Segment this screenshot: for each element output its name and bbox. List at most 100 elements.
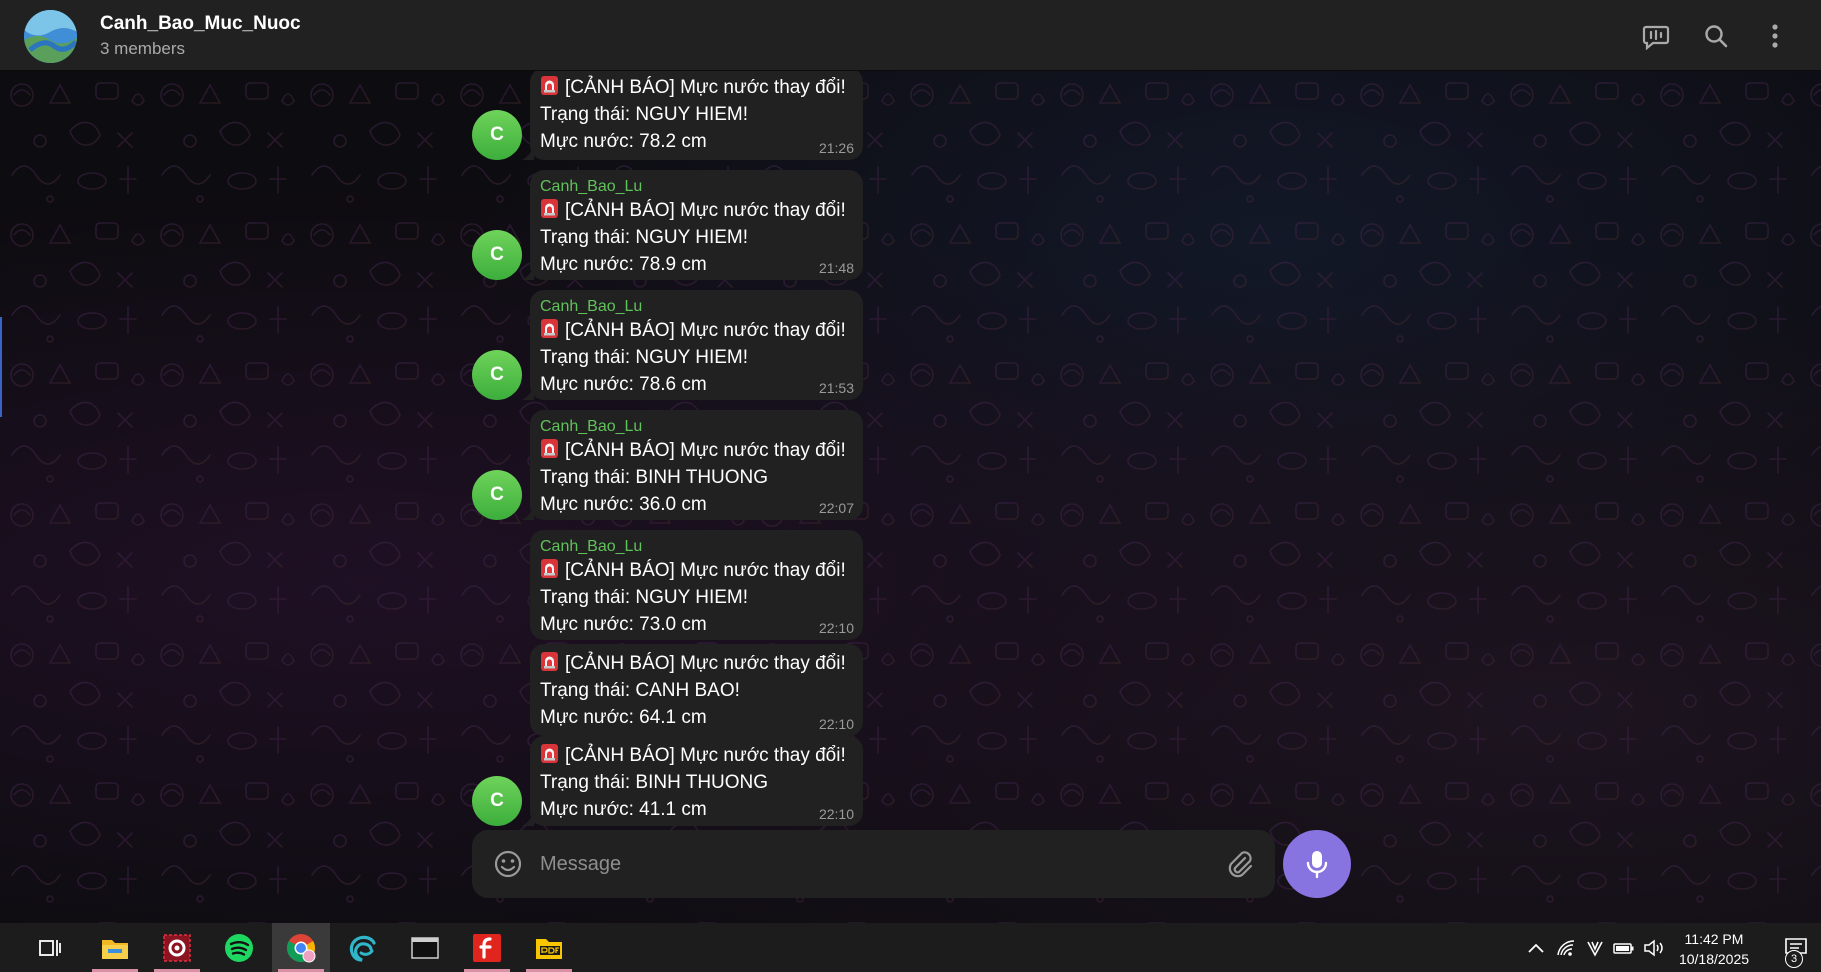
sender-avatar[interactable]: C [472,350,522,400]
chat-header[interactable]: Canh_Bao_Muc_Nuoc 3 members [0,0,1821,71]
message-sender[interactable]: Canh_Bao_Lu [540,536,853,557]
network-status-button[interactable] [1552,923,1580,972]
alert-text: [CẢNH BÁO] Mực nước thay đổi! [565,320,846,341]
alert-text: [CẢNH BÁO] Mực nước thay đổi! [565,200,846,221]
message-sender[interactable]: Canh_Bao_Lu [540,296,853,317]
folder-icon [102,939,128,959]
message-bubble[interactable]: Canh_Bao_Lu [CẢNH BÁO] Mực nước thay đổi!… [530,530,863,640]
bubble-tail [522,386,534,400]
message-line-water-level: Mực nước: 73.0 cm [540,614,707,635]
siren-emoji-icon [541,652,558,671]
message-time: 21:53 [818,380,854,396]
message-line-alert: [CẢNH BÁO] Mực nước thay đổi! [540,74,853,101]
message-time: 22:07 [818,500,854,516]
message-time: 21:48 [818,260,854,276]
voice-record-button[interactable] [1283,830,1351,898]
message-line-water-level: Mực nước: 78.9 cm [540,254,707,275]
chat-title[interactable]: Canh_Bao_Muc_Nuoc [100,13,301,35]
message-list[interactable]: [CẢNH BÁO] Mực nước thay đổi! Trạng thái:… [0,71,1821,830]
search-button[interactable] [1696,16,1736,56]
message-line-water-level: Mực nước: 41.1 cm [540,799,707,820]
message-sender[interactable]: Canh_Bao_Lu [540,176,853,197]
search-icon [1705,25,1728,48]
siren-emoji-icon [541,744,558,763]
wifi-icon [1557,939,1575,956]
live-stream-button[interactable] [1636,16,1676,56]
video-chat-icon [1642,25,1670,50]
message-line-alert: [CẢNH BÁO] Mực nước thay đổi! [540,317,853,344]
volume-button[interactable] [1640,923,1668,972]
message-time: 22:10 [818,806,854,822]
task-view-icon [39,939,61,956]
message-sender[interactable]: Canh_Bao_Lu [540,416,853,437]
spotify-icon [225,933,253,962]
sender-avatar[interactable]: C [472,776,522,826]
clock-date: 10/18/2025 [1678,951,1750,967]
message-line-status: Trạng thái: NGUY HIEM! [540,227,749,248]
message-line-water-level: Mực nước: 78.2 cm [540,131,707,152]
emoji-button[interactable] [492,848,524,880]
chevron-up-icon [1528,943,1544,953]
message-input[interactable] [540,844,1180,884]
siren-emoji-icon [541,439,558,458]
message-line-alert: [CẢNH BÁO] Mực nước thay đổi! [540,437,853,464]
message-bubble[interactable]: [CẢNH BÁO] Mực nước thay đổi! Trạng thái:… [530,644,863,736]
bubble-tail [522,266,534,280]
taskbar-app-spotify[interactable] [210,923,268,972]
taskbar-app-settings-tool[interactable] [148,923,206,972]
message-bubble[interactable]: Canh_Bao_Lu [CẢNH BÁO] Mực nước thay đổi!… [530,410,863,520]
taskbar-app-foxit-reader[interactable] [458,923,516,972]
alert-text: [CẢNH BÁO] Mực nước thay đổi! [565,560,846,581]
message-bubble[interactable]: Canh_Bao_Lu [CẢNH BÁO] Mực nước thay đổi!… [530,290,863,400]
chrome-icon [287,933,316,962]
message-time: 22:10 [818,620,854,636]
vpn-tray-button[interactable] [1582,923,1608,972]
show-hidden-icons-button[interactable] [1522,923,1550,972]
search-taskbar-button[interactable] [0,923,12,972]
task-view-button[interactable] [22,923,78,972]
notification-count-badge: 3 [1785,950,1803,968]
attach-button[interactable] [1223,848,1255,880]
edge-dev-icon [349,935,376,962]
message-line-water-level: Mực nước: 64.1 cm [540,707,707,728]
alert-text: [CẢNH BÁO] Mực nước thay đổi! [565,653,846,674]
windows-taskbar: 11:42 PM 10/18/2025 3 [0,923,1821,972]
sender-avatar[interactable]: C [472,470,522,520]
message-line-status: Trạng thái: BINH THUONG [540,467,769,488]
more-vertical-icon [1772,24,1778,48]
message-time: 21:26 [818,140,854,156]
taskbar-app-file-explorer[interactable] [86,923,144,972]
siren-emoji-icon [541,76,558,95]
message-line-alert: [CẢNH BÁO] Mực nước thay đổi! [540,742,853,769]
sender-avatar[interactable]: C [472,110,522,160]
bubble-tail [522,146,534,160]
gear-app-icon [163,933,191,962]
taskbar-app-terminal[interactable] [396,923,454,972]
message-bubble[interactable]: Canh_Bao_Lu [CẢNH BÁO] Mực nước thay đổi!… [530,170,863,280]
taskbar-app-chrome[interactable] [272,923,330,972]
bubble-tail [522,812,534,826]
message-line-status: Trạng thái: NGUY HIEM! [540,347,749,368]
siren-emoji-icon [541,559,558,578]
message-bubble[interactable]: [CẢNH BÁO] Mực nước thay đổi! Trạng thái:… [530,736,863,826]
alert-text: [CẢNH BÁO] Mực nước thay đổi! [565,745,846,766]
taskbar-app-edge-dev[interactable] [334,923,392,972]
sender-avatar[interactable]: C [472,230,522,280]
message-bubble[interactable]: [CẢNH BÁO] Mực nước thay đổi! Trạng thái:… [530,71,863,160]
battery-status-button[interactable] [1610,923,1638,972]
telegram-window: Canh_Bao_Muc_Nuoc 3 members [CẢNH BÁO] M… [0,0,1821,972]
more-options-button[interactable] [1755,16,1795,56]
message-composer [472,830,1275,898]
message-line-alert: [CẢNH BÁO] Mực nước thay đổi! [540,650,853,677]
taskbar-app-pdf-tool[interactable] [520,923,578,972]
message-line-alert: [CẢNH BÁO] Mực nước thay đổi! [540,197,853,224]
message-time: 22:10 [818,716,854,732]
paperclip-icon [1228,851,1253,878]
system-clock[interactable]: 11:42 PM 10/18/2025 [1672,929,1756,969]
alert-text: [CẢNH BÁO] Mực nước thay đổi! [565,77,846,98]
battery-icon [1613,942,1634,954]
siren-emoji-icon [541,199,558,218]
message-line-status: Trạng thái: BINH THUONG [540,772,769,793]
v-tray-icon [1587,941,1603,957]
group-avatar[interactable] [24,10,77,63]
